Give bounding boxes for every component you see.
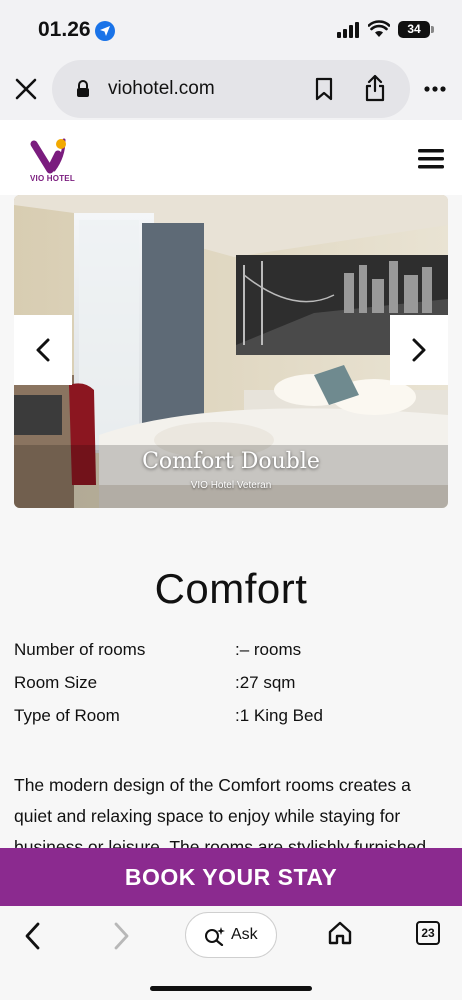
- browser-url-bar: viohotel.com: [0, 58, 462, 120]
- battery-tip: [431, 26, 434, 33]
- book-your-stay-button[interactable]: BOOK YOUR STAY: [0, 848, 462, 906]
- home-icon[interactable]: [327, 920, 353, 946]
- forward-arrow-icon[interactable]: [110, 921, 132, 951]
- room-photo-carousel[interactable]: Comfort Double VIO Hotel Veteran: [14, 195, 448, 508]
- wifi-icon: [368, 20, 390, 37]
- spec-label: Room Size: [14, 673, 98, 692]
- close-icon[interactable]: [12, 75, 40, 103]
- spec-value: :27 sqm: [235, 673, 296, 692]
- carousel-prev-button[interactable]: [14, 315, 72, 385]
- site-header: VIO HOTEL: [0, 120, 462, 195]
- home-indicator: [150, 986, 312, 991]
- battery-icon: 34: [398, 21, 430, 38]
- tabs-count-button[interactable]: 23: [416, 921, 440, 945]
- more-options-icon[interactable]: [424, 86, 446, 92]
- ask-label: Ask: [231, 926, 258, 943]
- room-specs: Number of rooms :– rooms Room Size :27 s…: [14, 638, 444, 737]
- chevron-right-icon: [412, 338, 426, 362]
- ask-button[interactable]: Ask: [185, 912, 277, 958]
- url-text[interactable]: viohotel.com: [108, 78, 215, 100]
- chevron-left-icon: [36, 338, 50, 362]
- share-icon[interactable]: [364, 74, 386, 102]
- address-field[interactable]: viohotel.com: [52, 60, 410, 118]
- cellular-signal-icon: [337, 22, 359, 38]
- location-arrow-icon: [95, 21, 115, 41]
- spec-label: Type of Room: [14, 706, 120, 725]
- carousel-next-button[interactable]: [390, 315, 448, 385]
- room-title: Comfort: [154, 565, 308, 612]
- spec-label: Number of rooms: [14, 640, 146, 659]
- spec-value: :– rooms: [235, 640, 302, 659]
- status-time: 01.26: [38, 18, 91, 41]
- spec-row-type: Type of Room :1 King Bed: [14, 704, 444, 737]
- logo-text: VIO HOTEL: [30, 174, 75, 183]
- slide-subtitle: VIO Hotel Veteran: [190, 480, 272, 491]
- bookmark-icon[interactable]: [314, 77, 334, 101]
- browser-toolbar: Ask 23: [0, 906, 462, 1000]
- spec-value: :1 King Bed: [235, 706, 323, 725]
- status-bar: 01.26 34: [0, 0, 462, 58]
- back-arrow-icon[interactable]: [22, 921, 44, 951]
- spec-row-size: Room Size :27 sqm: [14, 671, 444, 704]
- sparkle-search-icon: [205, 927, 225, 946]
- room-description: The modern design of the Comfort rooms c…: [14, 775, 427, 850]
- hamburger-menu-icon[interactable]: [418, 149, 444, 169]
- slide-title: Comfort Double: [142, 449, 320, 474]
- spec-row-rooms: Number of rooms :– rooms: [14, 638, 444, 671]
- lock-icon: [77, 80, 89, 97]
